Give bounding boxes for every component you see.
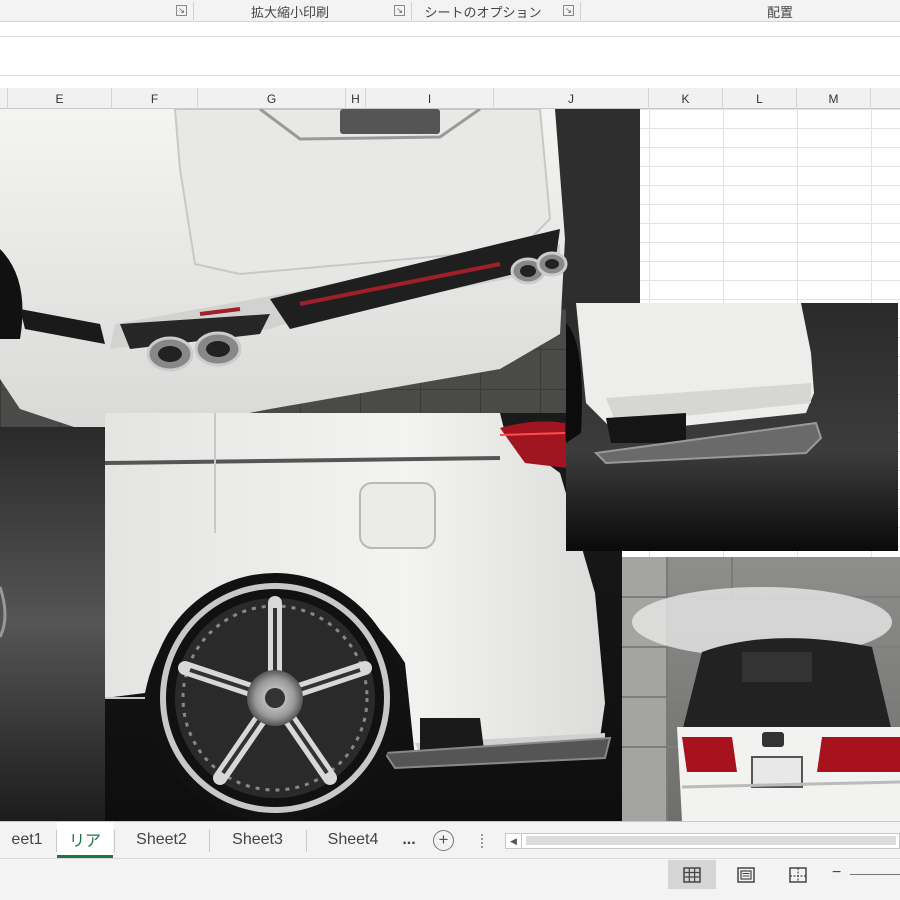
splitter-handle-icon[interactable]: [481, 834, 484, 848]
column-header-l[interactable]: L: [723, 88, 797, 109]
column-header-k[interactable]: K: [649, 88, 723, 109]
sheet-tab-sheet4[interactable]: Sheet4: [307, 822, 399, 858]
sheet-tab-rear[interactable]: リア: [57, 822, 113, 858]
column-header-e[interactable]: E: [8, 88, 112, 109]
column-header-j[interactable]: J: [494, 88, 649, 109]
page-layout-view-button[interactable]: [722, 860, 770, 889]
ribbon-group-strip: ↘ 拡大縮小印刷 ↘ シートのオプション ↘ 配置: [0, 0, 900, 22]
column-header-g[interactable]: G: [198, 88, 346, 109]
page-break-icon: [789, 866, 807, 883]
zoom-out-button[interactable]: −: [832, 864, 841, 882]
ribbon-group-sheet-options: シートのオプション: [424, 4, 542, 20]
add-sheet-icon[interactable]: +: [433, 830, 454, 851]
column-header-m[interactable]: M: [797, 88, 871, 109]
page-layout-icon: [737, 866, 755, 883]
ribbon-group-scale-to-fit: 拡大縮小印刷: [250, 4, 329, 20]
page-break-preview-button[interactable]: [774, 860, 822, 889]
column-header-f[interactable]: F: [112, 88, 198, 109]
normal-view-button[interactable]: [668, 860, 716, 889]
dialog-launcher-icon[interactable]: ↘: [176, 5, 187, 16]
column-header-partial[interactable]: [0, 88, 8, 109]
photo-honda-rear[interactable]: [622, 557, 900, 821]
ribbon-separator: [411, 2, 412, 20]
dialog-launcher-icon[interactable]: ↘: [563, 5, 574, 16]
sheet-tab-bar: eet1 リア Sheet2 Sheet3 Sheet4 ... + ◀: [0, 821, 900, 858]
more-sheets-button[interactable]: ...: [398, 822, 420, 858]
status-bar: −: [0, 858, 900, 900]
sheet-tab-sheet2[interactable]: Sheet2: [115, 822, 208, 858]
photo-rear-skirt[interactable]: [566, 303, 898, 551]
ribbon-group-arrange: 配置: [766, 4, 793, 20]
formula-bar[interactable]: [0, 36, 900, 76]
photo-side-wheel[interactable]: [105, 413, 622, 821]
scroll-left-icon[interactable]: ◀: [506, 834, 522, 848]
column-header-i[interactable]: I: [366, 88, 494, 109]
column-header-row: E F G H I J K L M: [0, 88, 900, 109]
scrollbar-thumb[interactable]: [526, 836, 896, 845]
zoom-slider-track[interactable]: [850, 874, 900, 875]
sheet-tab-sheet1[interactable]: eet1: [0, 822, 54, 858]
sheet-tab-sheet3[interactable]: Sheet3: [210, 822, 305, 858]
ribbon-separator: [580, 2, 581, 20]
ribbon-separator: [193, 2, 194, 20]
horizontal-scrollbar[interactable]: ◀: [505, 833, 900, 849]
dialog-launcher-icon[interactable]: ↘: [394, 5, 405, 16]
photo-dark-side-strip[interactable]: [0, 427, 105, 821]
column-header-h[interactable]: H: [346, 88, 366, 109]
photo-rear-bumper[interactable]: [0, 109, 640, 427]
grid-view-icon: [683, 866, 701, 883]
